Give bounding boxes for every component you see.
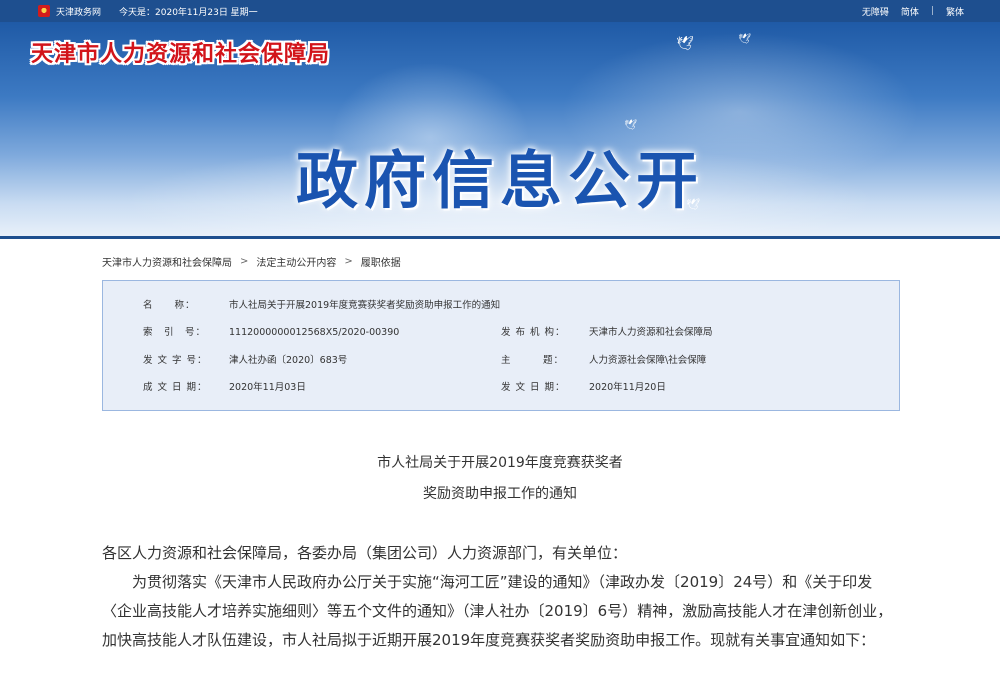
banner-title: 政府信息公开 (295, 144, 704, 217)
meta-publisher-label: 发 布 机 构： (501, 327, 566, 338)
document-title-line2: 奖励资助申报工作的通知 (423, 486, 577, 502)
meta-row-dates: 成 文 日 期： 2020年11月03日 发 文 日 期： 2020年11月20… (103, 378, 899, 398)
top-bar-links: 无障碍 简体 | 繁体 (850, 0, 964, 22)
breadcrumb-arrow: > (240, 256, 249, 267)
meta-subject-value: 人力资源社会保障\社会保障 (589, 355, 707, 366)
meta-row-name: 名 称： 市人社局关于开展2019年度竞赛获奖者奖励资助申报工作的通知 (103, 296, 899, 316)
separator: | (930, 6, 934, 16)
meta-created-label: 成 文 日 期： (143, 382, 208, 393)
header-banner: 🕊 🕊 🕊 🕊 天津市人力资源和社会保障局 政府信息公开 (0, 22, 1000, 236)
meta-index-label: 索 引 号： (143, 327, 207, 338)
meta-name-label: 名 称： (143, 300, 196, 311)
document-body: 各区人力资源和社会保障局，各委办局（集团公司）人力资源部门，有关单位： 为贯彻落… (102, 539, 902, 655)
meta-docno-value: 津人社办函〔2020〕683号 (229, 355, 348, 366)
traditional-link[interactable]: 繁体 (946, 5, 964, 18)
top-bar: 天津政务网 今天是：2020年11月23日 星期一 无障碍 简体 | 繁体 (0, 0, 1000, 22)
document-meta-table: 名 称： 市人社局关于开展2019年度竞赛获奖者奖励资助申报工作的通知 索 引 … (102, 280, 900, 411)
meta-publisher-value: 天津市人力资源和社会保障局 (589, 327, 713, 338)
breadcrumb-item-home[interactable]: 天津市人力资源和社会保障局 (102, 254, 232, 269)
document-paragraph: 为贯彻落实《天津市人民政府办公厅关于实施“海河工匠”建设的通知》（津政办发〔20… (102, 573, 893, 649)
dove-icon: 🕊 (738, 34, 751, 45)
simplified-link[interactable]: 简体 (901, 5, 919, 18)
breadcrumb-item-public-content[interactable]: 法定主动公开内容 (256, 254, 336, 269)
breadcrumb-arrow: > (344, 256, 353, 267)
tianjin-gov-link[interactable]: 天津政务网 (56, 5, 101, 18)
document-salutation: 各区人力资源和社会保障局，各委办局（集团公司）人力资源部门，有关单位： (102, 544, 628, 562)
accessibility-link[interactable]: 无障碍 (862, 5, 889, 18)
meta-docno-label: 发 文 字 号： (143, 355, 208, 366)
breadcrumb: 天津市人力资源和社会保障局 > 法定主动公开内容 > 履职依据 (102, 254, 401, 269)
dove-icon: 🕊 (676, 36, 694, 52)
national-emblem-icon (38, 5, 50, 17)
meta-subject-label: 主 题： (501, 355, 565, 366)
meta-created-value: 2020年11月03日 (229, 382, 306, 393)
meta-row-docno: 发 文 字 号： 津人社办函〔2020〕683号 主 题： 人力资源社会保障\社… (103, 351, 899, 371)
meta-index-value: 1112000000012568X5/2020-00390 (229, 327, 400, 338)
header-divider (0, 236, 1000, 239)
meta-published-label: 发 文 日 期： (501, 382, 566, 393)
bureau-logo-text[interactable]: 天津市人力资源和社会保障局 (31, 36, 330, 68)
meta-published-value: 2020年11月20日 (589, 382, 666, 393)
meta-name-value: 市人社局关于开展2019年度竞赛获奖者奖励资助申报工作的通知 (229, 300, 501, 311)
breadcrumb-item-basis[interactable]: 履职依据 (361, 254, 401, 269)
meta-row-index: 索 引 号： 1112000000012568X5/2020-00390 发 布… (103, 323, 899, 343)
document-title-line1: 市人社局关于开展2019年度竞赛获奖者 (377, 455, 623, 471)
date-text: 今天是：2020年11月23日 星期一 (119, 7, 258, 18)
